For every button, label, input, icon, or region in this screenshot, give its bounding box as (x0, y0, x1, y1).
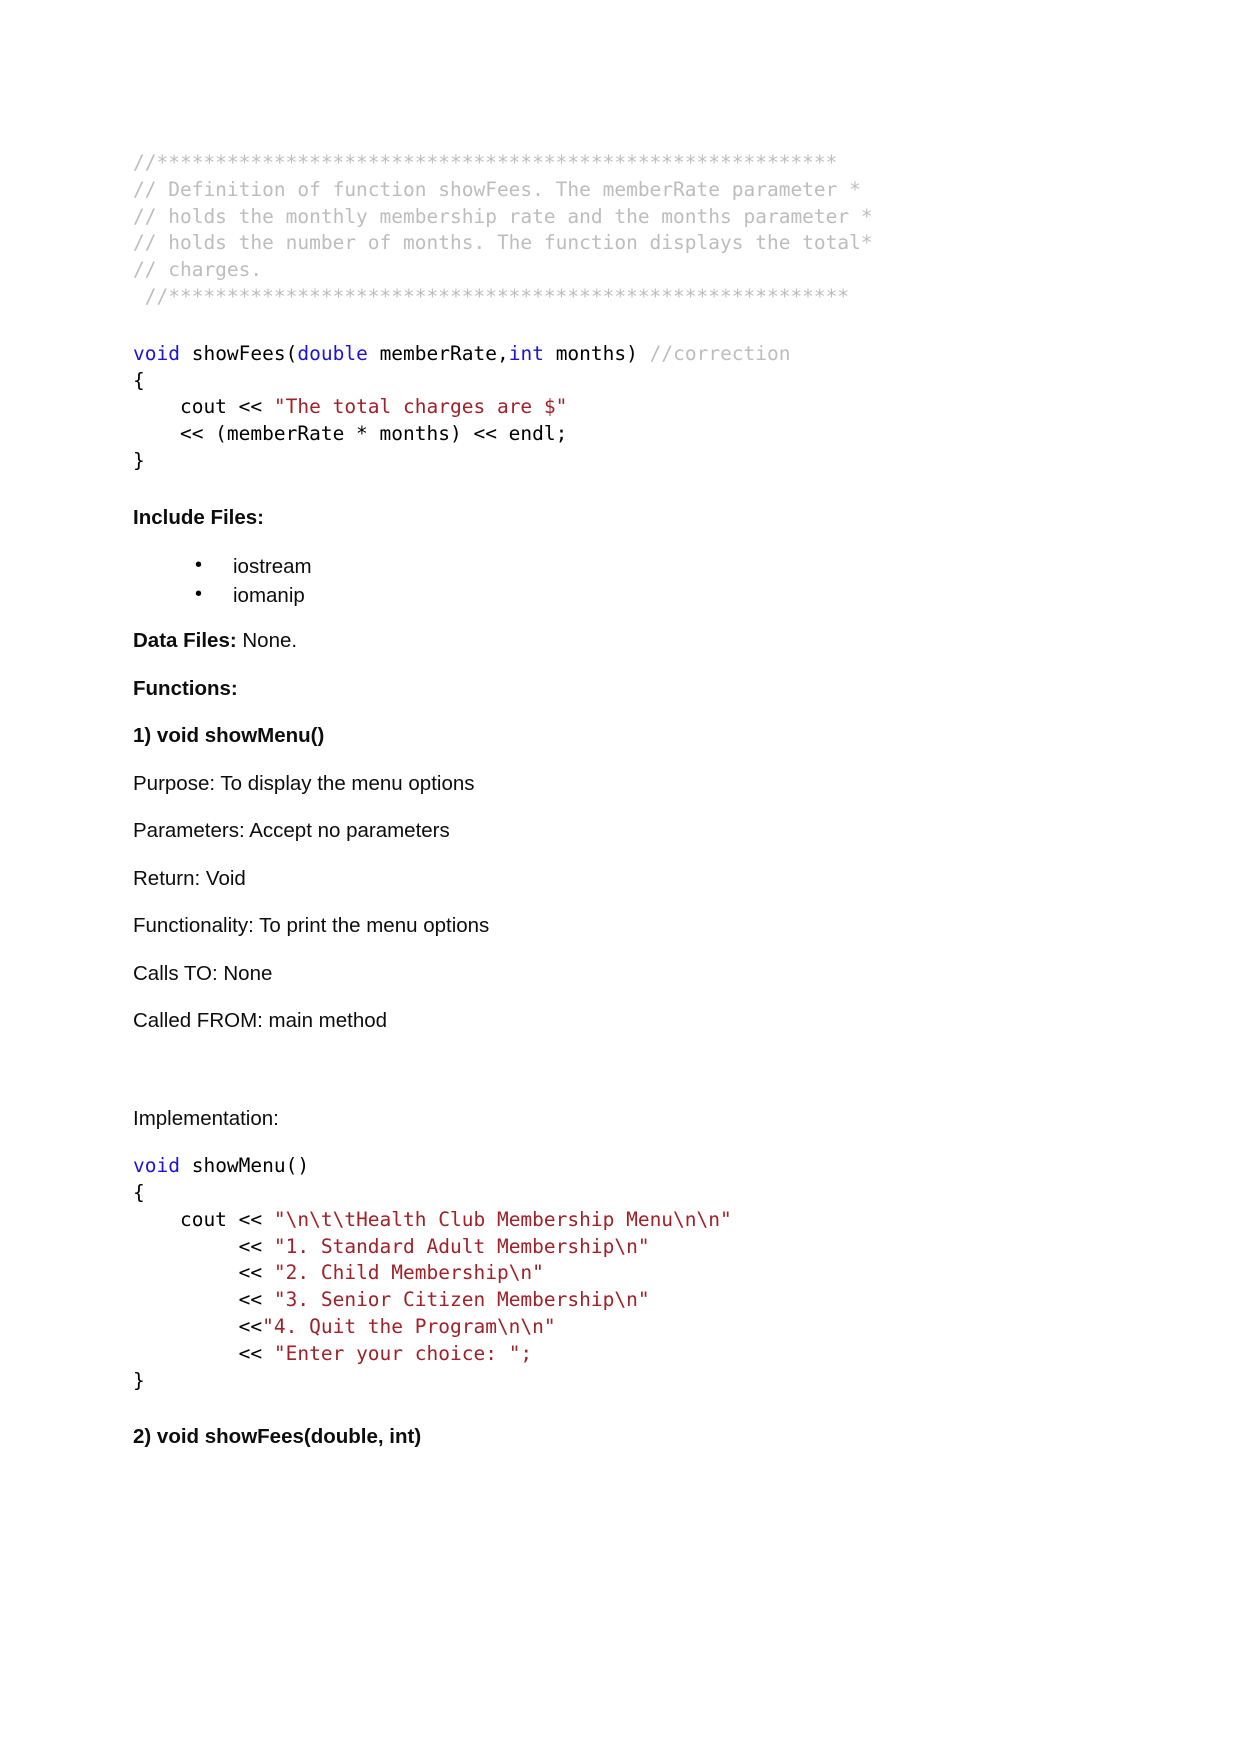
string-option-1: "1. Standard Adult Membership\n" (273, 1234, 650, 1258)
comment-line-3: // holds the monthly membership rate and… (133, 204, 873, 228)
data-files-paragraph: Data Files: None. (133, 628, 1093, 653)
data-files-label: Data Files: (133, 629, 237, 653)
showfees-code-block: void showFees(double memberRate,int mont… (133, 341, 1093, 475)
string-menu-title: "\n\t\tHealth Club Membership Menu\n\n" (273, 1207, 732, 1231)
spacer-before-implementation (133, 1056, 1093, 1106)
spacer-after-showfees-code (133, 475, 1093, 505)
function-name-showfees: showFees( (179, 341, 298, 365)
stream-operator-4: << (133, 1288, 274, 1312)
showfees-header-comment: //**************************************… (133, 150, 1093, 311)
keyword-void: void (133, 341, 180, 365)
stream-operator-2: << (133, 1234, 274, 1258)
brace-close: } (133, 448, 145, 472)
function-name-showmenu: showMenu() (179, 1154, 310, 1178)
function-1-functionality: Functionality: To print the menu options (133, 914, 490, 938)
param-memberrate: memberRate, (367, 341, 509, 365)
document-page: //**************************************… (0, 0, 1241, 1754)
function-1-purpose: Purpose: To display the menu options (133, 771, 475, 795)
brace-close: } (133, 1368, 145, 1392)
function-1-implementation-label: Implementation: (133, 1106, 279, 1130)
stream-operator-6: << (133, 1341, 274, 1365)
brace-open: { (133, 368, 145, 392)
cout-statement: cout << (133, 395, 274, 419)
expression-line: << (memberRate * months) << endl; (133, 422, 568, 446)
keyword-void: void (133, 1154, 180, 1178)
inline-comment-correction: //correction (649, 341, 791, 365)
function-2-title: 2) void showFees(double, int) (133, 1425, 422, 1449)
comment-line-6: //**************************************… (133, 284, 850, 308)
stream-operator-5: << (133, 1315, 263, 1339)
function-1-parameters: Parameters: Accept no parameters (133, 819, 450, 843)
comment-line-2: // Definition of function showFees. The … (133, 177, 861, 201)
function-1-called-from: Called FROM: main method (133, 1009, 388, 1033)
brace-open: { (133, 1181, 145, 1205)
keyword-int: int (508, 341, 544, 365)
string-enter-choice: "Enter your choice: "; (273, 1341, 533, 1365)
include-files-list: iostream iomanip (133, 551, 1093, 610)
function-1-title: 1) void showMenu() (133, 724, 325, 748)
list-item: iostream (195, 551, 1093, 581)
comment-line-5: // charges. (133, 258, 263, 282)
cout-statement: cout << (133, 1207, 274, 1231)
spacer-after-showmenu-code (133, 1394, 1093, 1424)
include-files-heading: Include Files: (133, 505, 264, 529)
function-1-return: Return: Void (133, 866, 246, 890)
functions-heading: Functions: (133, 676, 238, 700)
showmenu-code-block: void showMenu() { cout << "\n\t\tHealth … (133, 1153, 1093, 1394)
string-total-charges: "The total charges are $" (273, 395, 568, 419)
string-option-4: "4. Quit the Program\n\n" (262, 1315, 556, 1339)
data-files-value: None. (236, 629, 298, 653)
param-months: months) (543, 341, 650, 365)
function-1-calls-to: Calls TO: None (133, 961, 273, 985)
comment-line-1: //**************************************… (133, 151, 838, 174)
document-content: //**************************************… (133, 150, 1093, 1472)
comment-line-4: // holds the number of months. The funct… (133, 231, 873, 255)
spacer-after-comment (133, 311, 1093, 341)
keyword-double: double (297, 341, 368, 365)
string-option-3: "3. Senior Citizen Membership\n" (273, 1288, 650, 1312)
string-option-2: "2. Child Membership\n" (273, 1261, 544, 1285)
stream-operator-3: << (133, 1261, 274, 1285)
list-item: iomanip (195, 580, 1093, 610)
